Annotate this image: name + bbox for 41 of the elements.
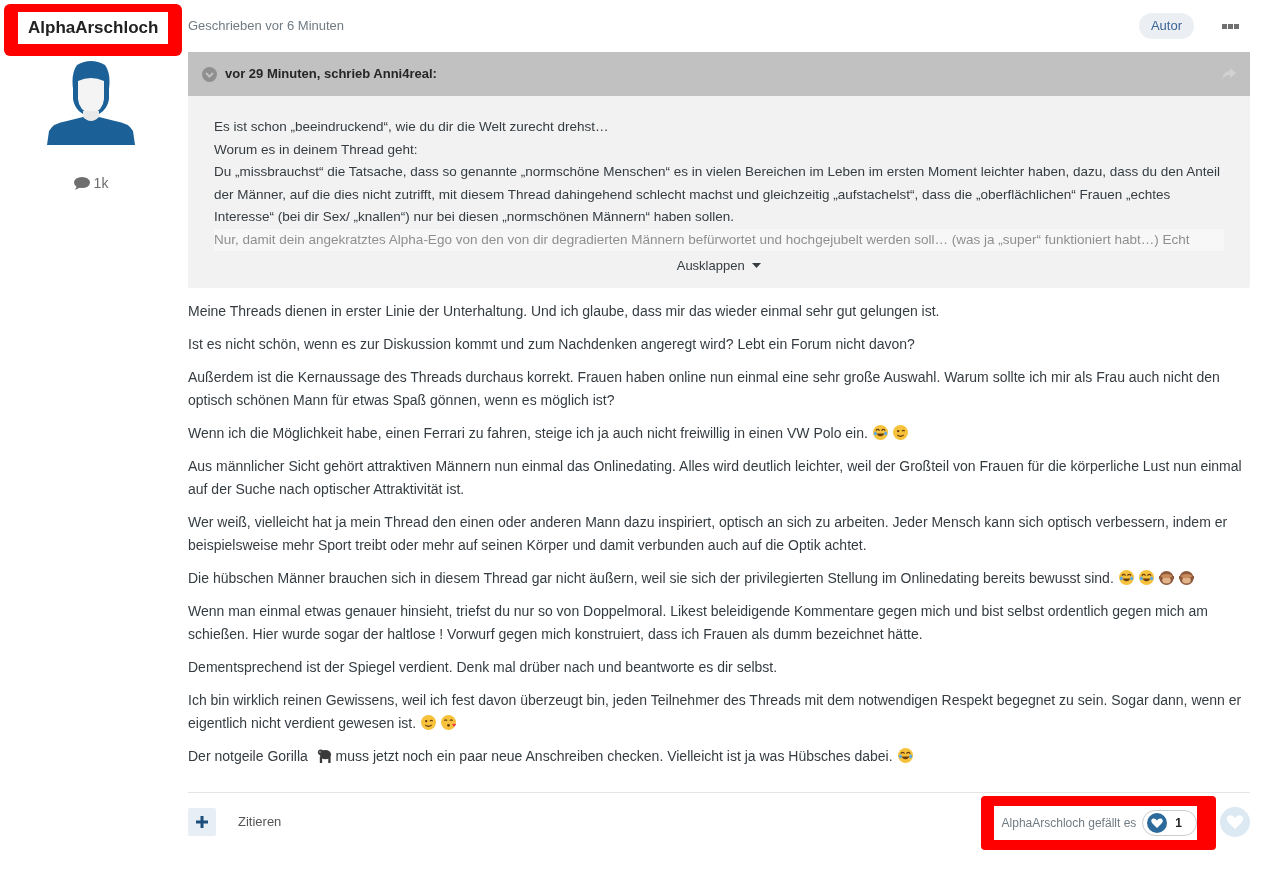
monkey-emoji-icon [1178,570,1194,585]
caret-icon [752,263,762,268]
post-text: Meine Threads dienen in erster Linie der Unterhaltung. Und ich glaube, dass mir das wieder einmal sehr gut gelungen ist. [188,302,941,321]
laughing-emoji-icon [1138,570,1154,585]
winking-emoji-icon [892,425,908,440]
post-count: 1k [93,173,109,193]
kissing-emoji-icon [441,715,457,730]
post-text: Dementsprechend ist der Spiegel verdient. Denk mal drüber nach und beantworte es dir selbst. [188,658,779,677]
post-text: Wenn man einmal etwas genauer hinsieht, triefst du nur so von Doppelmoral. Likest beleidigende Kommentare gegen mich und bist selbst ordentlich gegen mich am schießen. Hier wurde sogar der haltlose ! Vorwurf gegen mich konstruiert, dass ich Frauen als dumm bezeichnet hätte. [188,602,1209,644]
post-text: Die hübschen Männer brauchen sich in diesem Thread gar nicht äußern, weil sie sich der privilegierten Stellung im Onlinedating bereits bewusst sind. [188,567,1250,590]
quote-text: Es ist schon „beeindruckend“, wie du dir die Welt zurecht drehst… [214,118,610,136]
monkey-emoji-icon [1158,570,1174,585]
post-text: Ich bin wirklich reinen Gewissens, weil ich fest davon überzeugt bin, jeden Teilnehmer des Threads mit dem notwendigen Respekt begegnet zu sein. Sogar dann, wenn er eigentlich nicht verdient gewesen ist. [188,691,1243,733]
post-text: Ist es nicht schön, wenn es zur Diskussion kommt und zum Nachdenken angeregt wird? Lebt ein Forum nicht davon? [188,335,916,354]
post-text: Wer weiß, vielleicht hat ja mein Thread den einen oder anderen Mann dazu inspiriert, optisch an sich zu arbeiten. Jeder Mensch kann sich optisch verbessern, indem er beispielsweise mehr Sport treibt oder mehr auf seinen Körper und damit verbunden auch auf die Optik achtet. [188,513,1229,555]
laughing-emoji-icon [872,425,888,440]
quote-text: Nur, damit dein angekratztes Alpha-Ego von den von dir degradierten Männern befürwortet und hochgejubelt werden soll… (was ja „super“ funktioniert habt…) Echt [214,228,1224,251]
post-text: Der notgeile Gorilla muss jetzt noch ein paar neue Anschreiben checken. Vielleicht ist ja was Hübsches dabei. [188,745,1250,768]
plus-icon [196,815,208,828]
quote-button[interactable]: Zitieren [232,810,288,833]
winking-emoji-icon [421,715,437,730]
post-time: Geschrieben vor 6 Minuten [188,17,345,36]
post-text: Wenn ich die Möglichkeit habe, einen Ferrari zu fahren, steige ich ja auch nicht freiwillig in einen VW Polo ein. [188,422,1250,445]
more-options-icon[interactable] [1222,23,1239,29]
laughing-emoji-icon [897,748,913,763]
add-button[interactable] [188,807,216,836]
avatar-icon [47,58,135,145]
like-icon[interactable] [1220,806,1250,837]
comment-icon [73,176,90,190]
post-text: Aus männlicher Sicht gehört attraktiven Männern nun einmal das Onlinedating. Alles wird deutlich leichter, weil der Großteil von Frauen für die körperliche Lust nun einmal auf der Suche nach optischer Attraktivität ist. [188,457,1243,499]
laughing-emoji-icon [1118,570,1134,585]
quote-text: Du „missbrauchst“ die Tatsache, dass so genannte „normschöne Menschen“ es in vielen Bereichen im Leben im ersten Moment leichter haben, dazu, dass du den Anteil der Männer, auf die dies nicht zutrifft, mit diesem Thread dahingehend schlecht machst und gleichzeitig „aufstachelst“, dass die „oberflächlichen“ Frauen „echtes Interesse“ (bei dir Sex/ „knallen“) nur bei diesen „normschönen Männern“ haben sollen. [214,163,1222,226]
collapse-icon[interactable] [202,66,217,82]
likes-text: AlphaArschloch gefällt es [1001,814,1137,832]
author-badge: Autor [1138,13,1194,39]
reaction-count[interactable]: 1 [1142,809,1197,836]
author-name[interactable]: AlphaArschloch [18,12,169,44]
expand-button[interactable]: Ausklappen [676,256,762,276]
quote-text: Worum es in deinem Thread geht: [214,140,419,159]
quote-author: vor 29 Minuten, schrieb Anni4real: [225,65,437,84]
post-text: Außerdem ist die Kernaussage des Threads durchaus korrekt. Frauen haben online nun einmal eine sehr große Auswahl. Warum sollte ich mir als Frau auch nicht den optisch schönen Mann für etwas Spaß gönnen, wenn es möglich ist? [188,368,1221,410]
